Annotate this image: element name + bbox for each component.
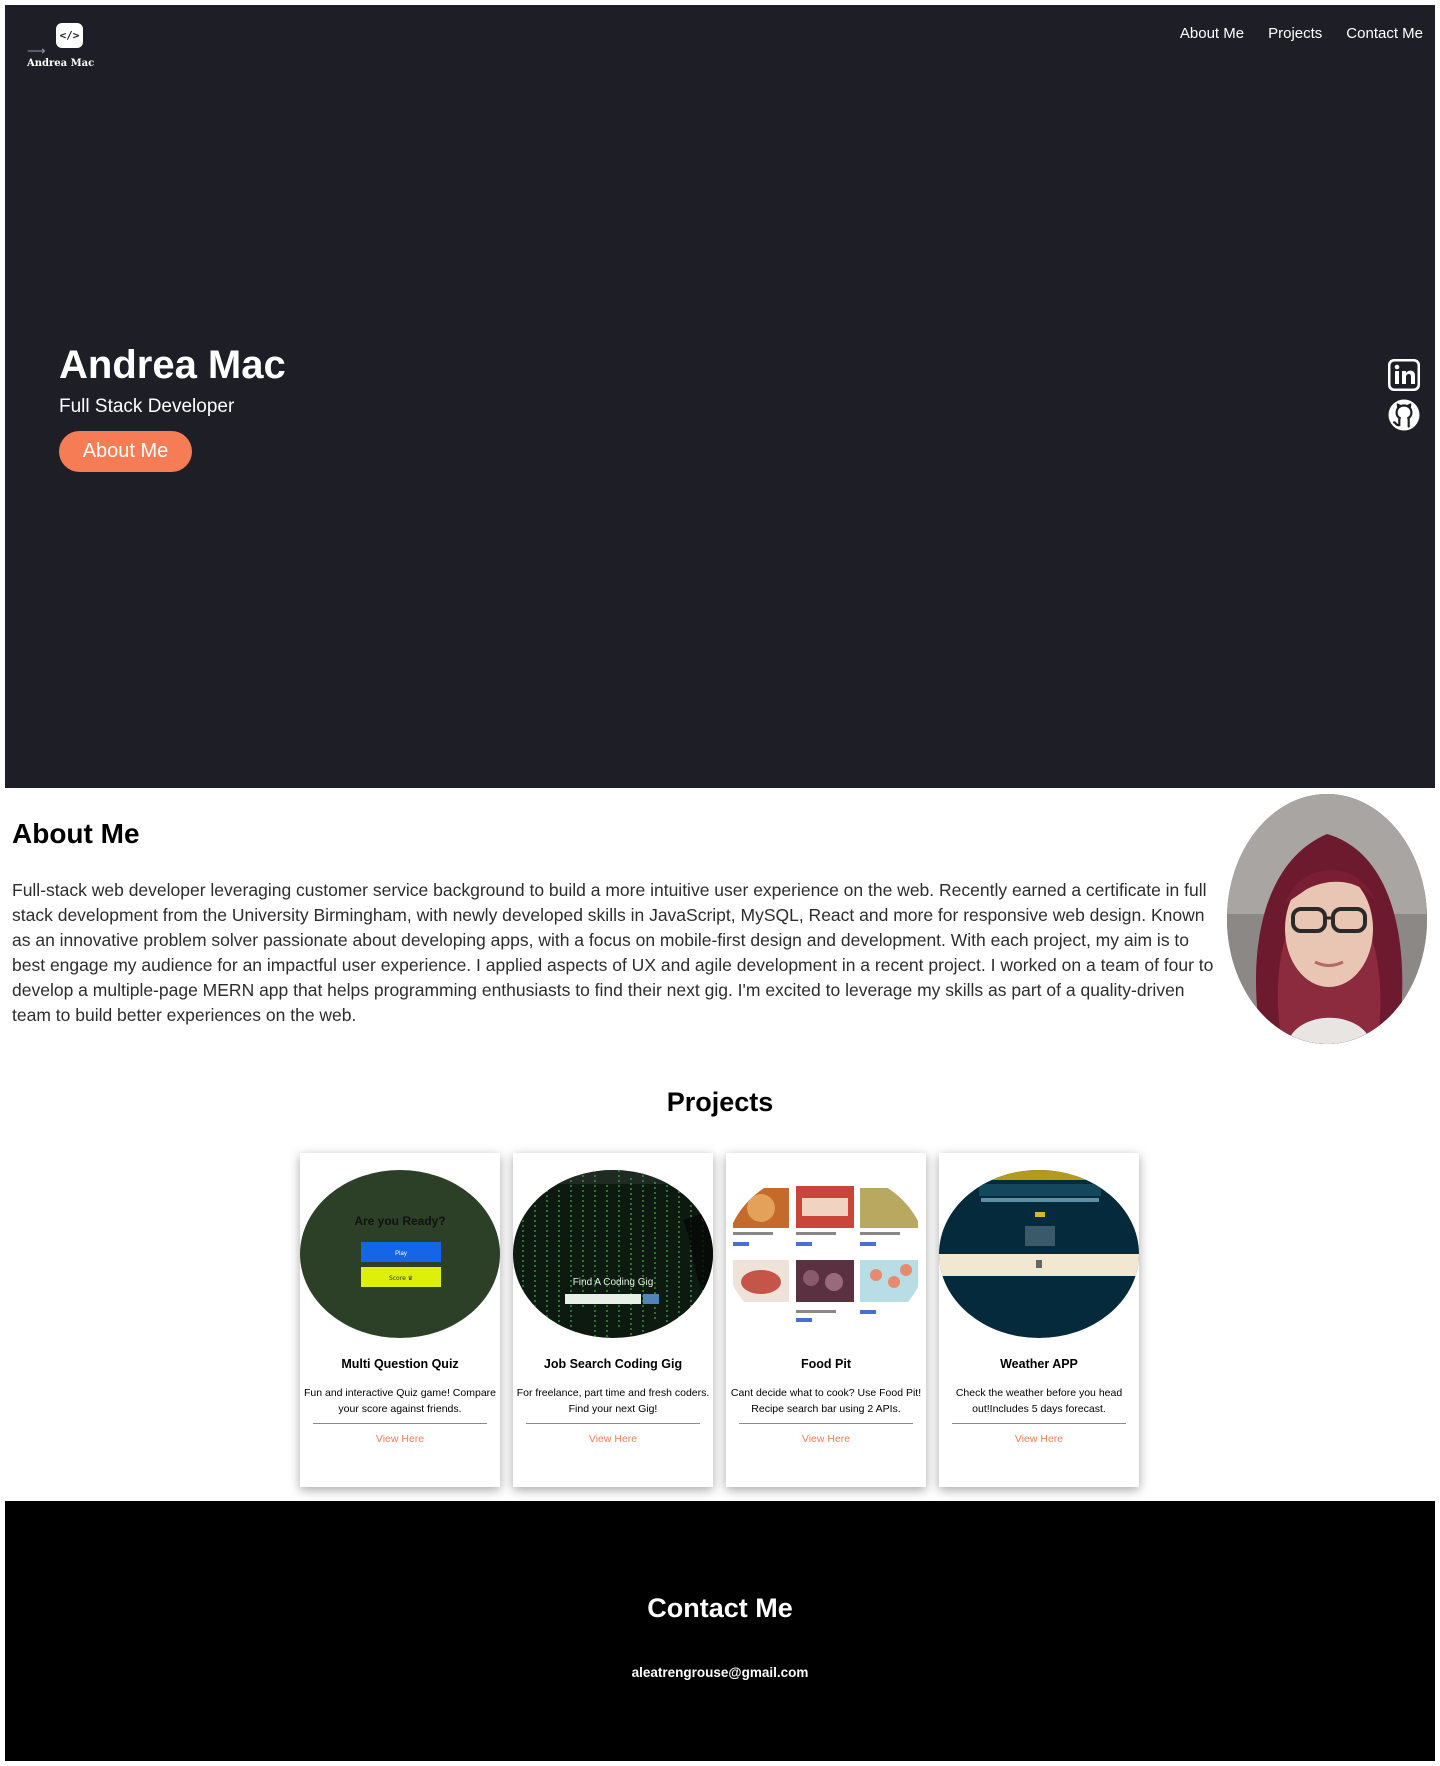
code-icon: </> (56, 23, 83, 48)
linkedin-icon[interactable] (1387, 358, 1421, 392)
nav-link-projects[interactable]: Projects (1268, 25, 1322, 42)
view-here-link[interactable]: View Here (300, 1433, 500, 1445)
logo-text: Andrea Mac (27, 58, 95, 69)
card-divider (739, 1423, 913, 1424)
arrow-icon: ⟶ (27, 43, 46, 58)
thumb-button-label: Score ♛ (389, 1275, 413, 1282)
project-thumbnail[interactable]: Are you Ready? Play Score ♛ (300, 1170, 500, 1338)
hero-section: </> ⟶ Andrea Mac About Me Projects Conta… (5, 5, 1435, 788)
project-thumbnail[interactable] (726, 1170, 926, 1338)
about-title: About Me (12, 818, 140, 849)
view-here-link[interactable]: View Here (726, 1433, 926, 1445)
hero-name: Andrea Mac (59, 343, 286, 387)
project-thumbnail[interactable] (939, 1170, 1139, 1338)
page: </> ⟶ Andrea Mac About Me Projects Conta… (5, 5, 1435, 1761)
project-card-coding-gig: Find A Coding Gig Job Search Coding Gig … (513, 1153, 713, 1487)
contact-title: Contact Me (647, 1593, 793, 1623)
project-title: Job Search Coding Gig (543, 1357, 683, 1371)
project-description: Check the weather before you head out!In… (955, 1387, 1123, 1415)
view-here-link[interactable]: View Here (513, 1433, 713, 1445)
card-divider (313, 1423, 487, 1424)
project-description: Fun and interactive Quiz game! Compare y… (303, 1387, 496, 1415)
view-here-link[interactable]: View Here (939, 1433, 1139, 1445)
project-card-food-pit: Food Pit Cant decide what to cook? Use F… (726, 1153, 926, 1487)
card-divider (526, 1423, 700, 1424)
card-divider (952, 1423, 1126, 1424)
project-description: Cant decide what to cook? Use Food Pit! … (730, 1387, 922, 1415)
hero-role: Full Stack Developer (59, 396, 235, 417)
projects-title: Projects (666, 1087, 774, 1117)
project-title: Food Pit (801, 1357, 851, 1371)
profile-photo (1227, 794, 1427, 1044)
contact-section: Contact Me aleatrengrouse@gmail.com (5, 1501, 1435, 1761)
about-me-button[interactable]: About Me (59, 431, 192, 472)
thumb-heading: Are you Ready? (354, 1214, 445, 1228)
project-title: Weather APP (1000, 1357, 1078, 1371)
project-card-weather: Weather APP Check the weather before you… (939, 1153, 1139, 1487)
contact-email-link[interactable]: aleatrengrouse@gmail.com (5, 1665, 1435, 1680)
project-card-quiz: Are you Ready? Play Score ♛ Multi Questi… (300, 1153, 500, 1487)
project-title: Multi Question Quiz (341, 1357, 459, 1371)
project-thumbnail[interactable]: Find A Coding Gig (513, 1170, 713, 1338)
nav-link-about[interactable]: About Me (1180, 25, 1244, 42)
thumb-button-label: Play (395, 1251, 407, 1257)
main-nav: About Me Projects Contact Me (1180, 25, 1423, 42)
project-description: For freelance, part time and fresh coder… (516, 1387, 710, 1415)
thumb-heading: Find A Coding Gig (573, 1277, 654, 1288)
site-logo[interactable]: </> ⟶ Andrea Mac (21, 21, 94, 73)
nav-link-contact[interactable]: Contact Me (1346, 25, 1423, 42)
about-text: Full-stack web developer leveraging cust… (12, 880, 1214, 1025)
github-icon[interactable] (1387, 398, 1421, 432)
